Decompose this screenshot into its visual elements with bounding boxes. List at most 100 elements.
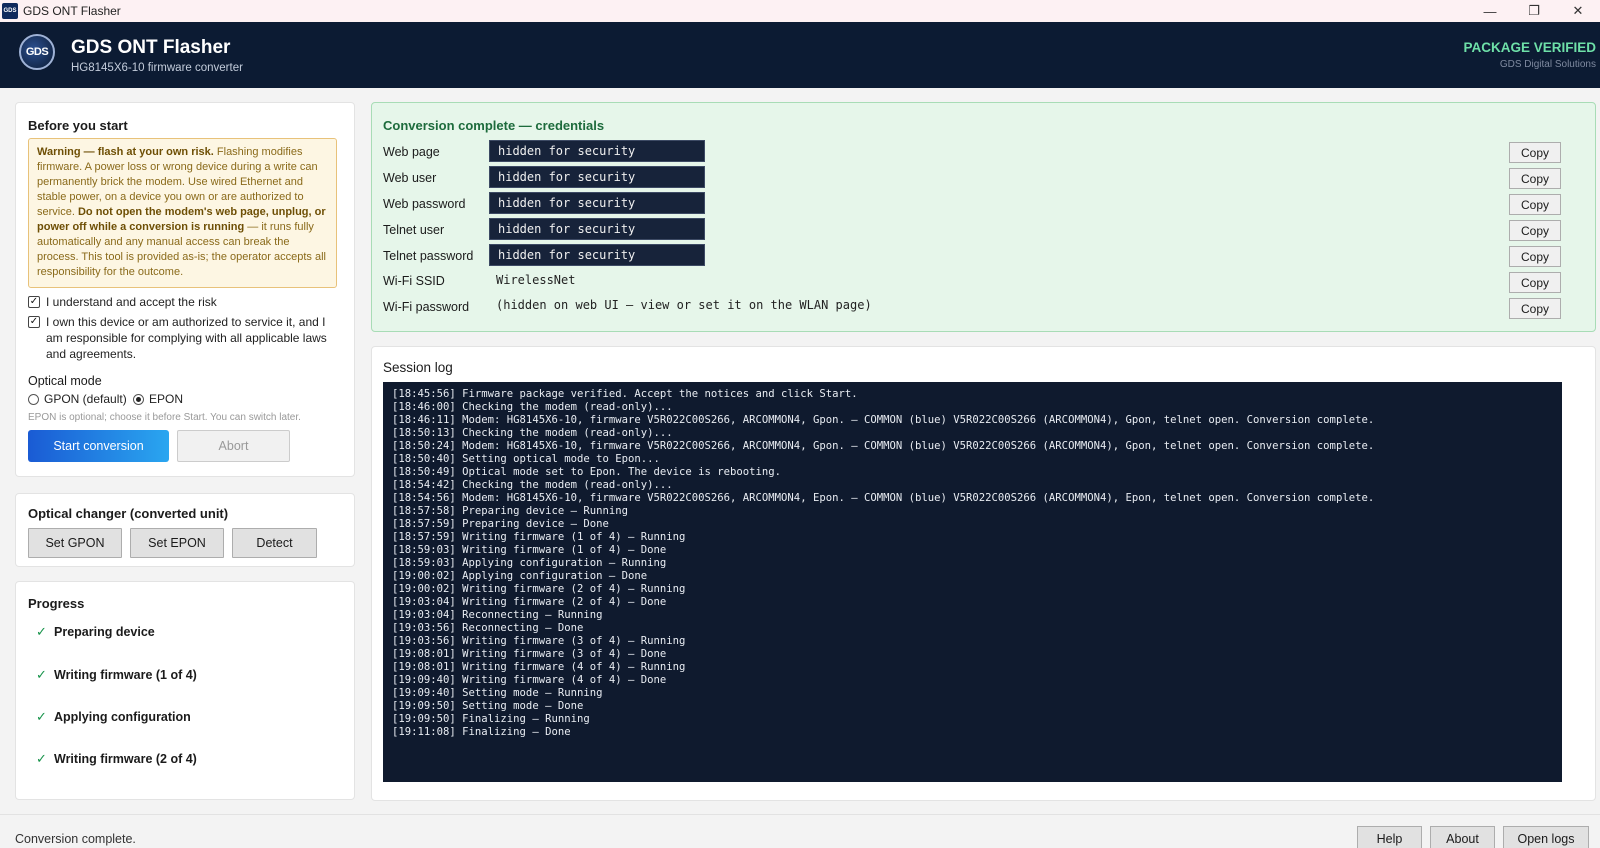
maximize-button[interactable]: ❐ — [1512, 0, 1556, 22]
log-line: [18:59:03] Writing firmware (1 of 4) — D… — [392, 544, 667, 556]
risk-warning: Warning — flash at your own risk. Flashi… — [28, 138, 337, 288]
log-line: [18:54:42] Checking the modem (read-only… — [392, 479, 673, 491]
progress-item-label: Applying configuration — [54, 710, 191, 724]
log-line: [18:46:00] Checking the modem (read-only… — [392, 401, 673, 413]
about-button[interactable]: About — [1430, 826, 1495, 848]
progress-title: Progress — [28, 596, 85, 611]
status-bar: Conversion complete. Help About Open log… — [0, 814, 1600, 848]
cred-label-web-user: Web user — [383, 171, 437, 185]
cred-value-telnet-user[interactable]: hidden for security — [489, 218, 705, 240]
gpon-radio-row[interactable]: GPON (default) — [28, 392, 127, 406]
credentials-card: Conversion complete — credentials Web pa… — [371, 102, 1596, 332]
copy-web-user-button[interactable]: Copy — [1509, 168, 1561, 189]
gds-logo: GDS — [19, 34, 55, 70]
abort-button[interactable]: Abort — [177, 430, 290, 462]
accept-risk-checkbox[interactable]: ✓ — [28, 296, 40, 308]
copy-wifi-ssid-button[interactable]: Copy — [1509, 272, 1561, 293]
log-line: [19:09:40] Setting mode — Running — [392, 687, 603, 699]
progress-item-label: Writing firmware (1 of 4) — [54, 668, 197, 682]
log-line: [18:45:56] Firmware package verified. Ac… — [392, 388, 858, 400]
cred-value-web-password[interactable]: hidden for security — [489, 192, 705, 214]
close-button[interactable]: ✕ — [1556, 0, 1600, 22]
log-line: [18:50:49] Optical mode set to Epon. The… — [392, 466, 782, 478]
set-epon-button[interactable]: Set EPON — [130, 528, 224, 558]
window-title: GDS ONT Flasher — [23, 4, 121, 18]
owner-checkbox-row[interactable]: ✓ I own this device or am authorized to … — [28, 314, 338, 362]
progress-item-label: Writing firmware (2 of 4) — [54, 752, 197, 766]
log-line: [18:57:58] Preparing device — Running — [392, 505, 628, 517]
log-line: [19:09:50] Finalizing — Running — [392, 713, 590, 725]
cred-value-wifi-ssid[interactable]: WirelessNet — [496, 273, 575, 287]
cred-label-web-page: Web page — [383, 145, 440, 159]
cred-label-telnet-user: Telnet user — [383, 223, 445, 237]
app-subtitle: HG8145X6-10 firmware converter — [71, 62, 243, 74]
log-line: [19:03:04] Reconnecting — Running — [392, 609, 603, 621]
log-line: [19:00:02] Applying configuration — Done — [392, 570, 648, 582]
window-titlebar: GDS GDS ONT Flasher — ❐ ✕ — [0, 0, 1600, 22]
app-title: GDS ONT Flasher — [71, 37, 231, 58]
help-button[interactable]: Help — [1357, 826, 1422, 848]
cred-label-wifi-password: Wi-Fi password — [383, 300, 470, 314]
gpon-radio-label: GPON (default) — [44, 392, 127, 406]
company-name: GDS Digital Solutions — [1499, 59, 1596, 70]
log-line: [18:46:11] Modem: HG8145X6-10, firmware … — [392, 414, 1375, 426]
cred-label-web-password: Web password — [383, 197, 466, 211]
log-line: [19:11:08] Finalizing — Done — [392, 726, 571, 738]
window-controls: — ❐ ✕ — [1468, 0, 1600, 22]
log-line: [19:00:02] Writing firmware (2 of 4) — R… — [392, 583, 686, 595]
open-logs-button[interactable]: Open logs — [1503, 826, 1589, 848]
cred-value-telnet-password[interactable]: hidden for security — [489, 244, 705, 266]
owner-checkbox[interactable]: ✓ — [28, 316, 40, 328]
cred-value-web-user[interactable]: hidden for security — [489, 166, 705, 188]
copy-wifi-password-button[interactable]: Copy — [1509, 298, 1561, 319]
optical-mode-hint: EPON is optional; choose it before Start… — [28, 412, 301, 423]
log-line: [19:03:56] Reconnecting — Done — [392, 622, 584, 634]
copy-web-password-button[interactable]: Copy — [1509, 194, 1561, 215]
epon-radio-row[interactable]: EPON — [133, 392, 183, 406]
optical-changer-card: Optical changer (converted unit) Set GPO… — [15, 493, 355, 567]
minimize-button[interactable]: — — [1468, 0, 1512, 22]
copy-telnet-password-button[interactable]: Copy — [1509, 246, 1561, 267]
progress-item: ✓ Preparing device — [36, 624, 155, 640]
cred-label-telnet-password: Telnet password — [383, 249, 474, 263]
credentials-title: Conversion complete — credentials — [383, 118, 605, 133]
log-line: [19:03:56] Writing firmware (3 of 4) — R… — [392, 635, 686, 647]
cred-value-web-page[interactable]: hidden for security — [489, 140, 705, 162]
copy-web-page-button[interactable]: Copy — [1509, 142, 1561, 163]
before-you-start-card: Before you start Warning — flash at your… — [15, 102, 355, 477]
detect-button[interactable]: Detect — [232, 528, 317, 558]
optical-changer-title: Optical changer (converted unit) — [28, 506, 229, 521]
progress-item: ✓ Applying configuration — [36, 709, 191, 725]
owner-label: I own this device or am authorized to se… — [46, 315, 327, 361]
check-icon: ✓ — [36, 709, 47, 724]
accept-risk-label: I understand and accept the risk — [46, 295, 217, 309]
log-line: [18:50:24] Modem: HG8145X6-10, firmware … — [392, 440, 1375, 452]
check-icon: ✓ — [36, 624, 47, 639]
log-line: [18:57:59] Writing firmware (1 of 4) — R… — [392, 531, 686, 543]
log-line: [19:09:40] Writing firmware (4 of 4) — D… — [392, 674, 667, 686]
progress-item-label: Preparing device — [54, 625, 155, 639]
cred-value-wifi-password[interactable]: (hidden on web UI — view or set it on th… — [496, 298, 872, 312]
accept-risk-checkbox-row[interactable]: ✓ I understand and accept the risk — [28, 294, 338, 310]
log-line: [18:54:56] Modem: HG8145X6-10, firmware … — [392, 492, 1375, 504]
session-log-output[interactable]: [18:45:56] Firmware package verified. Ac… — [383, 382, 1562, 782]
check-icon: ✓ — [36, 751, 47, 766]
optical-mode-label: Optical mode — [28, 374, 102, 388]
epon-radio-label: EPON — [149, 392, 184, 406]
log-line: [18:50:40] Setting optical mode to Epon.… — [392, 453, 660, 465]
before-you-start-title: Before you start — [28, 118, 128, 133]
progress-item: ✓ Writing firmware (2 of 4) — [36, 751, 197, 767]
session-log-card: Session log [18:45:56] Firmware package … — [371, 346, 1596, 801]
log-line: [18:57:59] Preparing device — Done — [392, 518, 609, 530]
progress-card: Progress ✓ Preparing device ✓ Writing fi… — [15, 581, 355, 800]
copy-telnet-user-button[interactable]: Copy — [1509, 220, 1561, 241]
epon-radio[interactable] — [133, 393, 144, 405]
log-line: [19:08:01] Writing firmware (4 of 4) — R… — [392, 661, 686, 673]
log-line: [19:08:01] Writing firmware (3 of 4) — D… — [392, 648, 667, 660]
log-line: [19:09:50] Setting mode — Done — [392, 700, 584, 712]
check-icon: ✓ — [36, 667, 47, 682]
gpon-radio[interactable] — [28, 393, 39, 405]
set-gpon-button[interactable]: Set GPON — [28, 528, 122, 558]
app-icon: GDS — [2, 3, 18, 19]
start-conversion-button[interactable]: Start conversion — [28, 430, 169, 462]
